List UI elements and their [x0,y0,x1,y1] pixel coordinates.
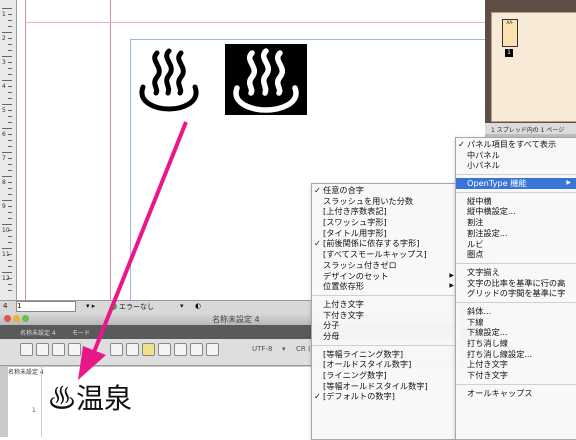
menu-item-label: 下付き文字 [323,309,364,320]
submenu-arrow-icon: ▶ [449,282,454,290]
menu-item[interactable]: [タイトル用字形] [312,228,460,239]
menu-item-label: 位置依存形 [323,281,364,292]
menu-item-label: 分子 [323,320,340,331]
menu-item-label: [等幅オールドスタイル数字] [323,380,428,391]
menu-item-label: 下線 [467,316,484,327]
menu-item-label: 文字の比率を基準に行の高 [467,277,566,288]
menu-item[interactable]: 下付き文字 [312,310,460,321]
menu-item-label: パネル項目をすべて表示 [467,139,557,149]
checkmark-icon: ✓ [314,238,321,249]
menu-item[interactable]: [スワッシュ字形] [312,217,460,228]
menu-item[interactable]: 縦中横 [456,196,576,207]
menu-item[interactable]: 割注設定... [456,228,576,239]
menu-item-label: OpenType 機能 [467,178,527,189]
menu-item[interactable]: [等幅オールドスタイル数字] [312,381,460,392]
menu-item[interactable]: ✓ パネル項目をすべて表示 [456,139,576,150]
menu-item[interactable]: ✓ 任意の合字 [312,185,460,196]
menu-item[interactable]: [ライニング数字] [312,370,460,381]
menu-item-label: [デフォルトの数字] [323,391,395,402]
menu-item[interactable]: 割注 [456,217,576,228]
menu-item-label: 下線設定... [467,327,508,338]
menu-item-label: [スワッシュ字形] [323,217,387,228]
menu-item-label: 上付き文字 [323,298,364,309]
menu-item[interactable]: [上付き序数表記] [312,206,460,217]
menu-item[interactable]: [等幅ライニング数字] [312,349,460,360]
menu-item-label: スラッシュを用いた分数 [323,195,414,206]
menu-item-label: 圏点 [467,249,484,260]
menu-item-label: オールキャップス [467,387,533,398]
menu-item[interactable]: デザインのセット ▶ [312,271,460,282]
menu-item[interactable]: 文字揃え [456,267,576,278]
menu-item[interactable]: 縦中横設定... [456,206,576,217]
menu-item[interactable]: 打ち消し線設定... [456,349,576,360]
submenu-arrow-icon: ▶ [449,271,454,279]
menu-item[interactable]: 分子 [312,320,460,331]
menu-item-label: デザインのセット [323,270,389,281]
menu-item-label: 上付き文字 [467,359,508,370]
submenu-arrow-icon: ▶ [566,179,571,187]
menu-item-label: 小パネル [467,160,500,171]
menu-separator [456,174,576,176]
menu-item-label: ルビ [467,238,484,249]
menu-item[interactable]: スラッシュ付きゼロ [312,260,460,271]
menu-item[interactable]: 中パネル [456,150,576,161]
menu-item-label: 中パネル [467,149,500,160]
menu-item[interactable]: 打ち消し線 [456,338,576,349]
menu-separator [456,191,576,193]
menu-item-label: [ライニング数字] [323,370,387,380]
menu-separator [456,262,576,264]
menu-item-label: 縦中横設定... [467,206,516,217]
menu-item[interactable]: グリッドの字間を基準に字 [456,288,576,299]
menu-item[interactable]: オールキャップス [456,388,576,399]
menu-separator [456,383,576,385]
menu-separator [312,294,460,296]
menu-item-label: スラッシュ付きゼロ [323,259,397,270]
menu-item-label: 斜体... [467,305,492,316]
menu-item-label: 任意の合字 [323,185,364,195]
menu-item-opentype[interactable]: OpenType 機能 ▶ [456,178,576,189]
menu-item-label: [すべてスモールキャップス] [323,249,427,260]
menu-separator [312,344,460,346]
menu-item-label: グリッドの字間を基準に字 [467,288,566,299]
menu-item-label: [前後関係に依存する字形] [323,238,420,249]
menu-item[interactable]: [オールドスタイル数字] [312,359,460,370]
menu-item[interactable]: ✓ [前後関係に依存する字形] [312,238,460,249]
menu-separator [456,301,576,303]
character-panel-menu: ✓ パネル項目をすべて表示 中パネル 小パネル OpenType 機能 ▶ 縦中横 縦中横… [455,137,576,440]
menu-item[interactable]: 斜体... [456,306,576,317]
menu-item[interactable]: [すべてスモールキャップス] [312,249,460,260]
checkmark-icon: ✓ [458,139,465,149]
menu-item[interactable]: 上付き文字 [456,359,576,370]
menu-item[interactable]: 下付き文字 [456,370,576,381]
menu-item-label: 打ち消し線 [467,338,508,348]
menu-item-label: 割注 [467,217,484,228]
menu-item[interactable]: 小パネル [456,160,576,171]
menu-item-label: [オールドスタイル数字] [323,359,412,370]
menu-item[interactable]: ルビ [456,239,576,250]
menu-item-label: [上付き序数表記] [323,206,387,217]
menu-item[interactable]: 文字の比率を基準に行の高 [456,278,576,289]
menu-item-label: [タイトル用字形] [323,227,387,238]
checkmark-icon: ✓ [314,185,321,195]
menu-item[interactable]: 分母 [312,331,460,342]
menu-item-label: [等幅ライニング数字] [323,348,404,359]
menu-item-label: 縦中横 [467,195,492,206]
menu-item[interactable]: 下線設定... [456,327,576,338]
menu-item-label: 分母 [323,330,340,341]
menu-item[interactable]: ✓ [デフォルトの数字] [312,391,460,402]
opentype-submenu: ✓ 任意の合字 スラッシュを用いた分数 [上付き序数表記] [スワッシュ字形] [タイトル… [311,183,461,440]
menu-item[interactable]: スラッシュを用いた分数 [312,196,460,207]
checkmark-icon: ✓ [314,391,321,402]
menu-item[interactable]: 下線 [456,317,576,328]
menu-item[interactable]: 圏点 [456,249,576,260]
menu-item-label: 打ち消し線設定... [467,348,533,359]
menu-item-label: 下付き文字 [467,370,508,381]
menu-item-label: 文字揃え [467,266,500,277]
menu-item[interactable]: 上付き文字 [312,299,460,310]
menu-item[interactable]: 位置依存形 ▶ [312,281,460,292]
menu-item-label: 割注設定... [467,227,508,238]
